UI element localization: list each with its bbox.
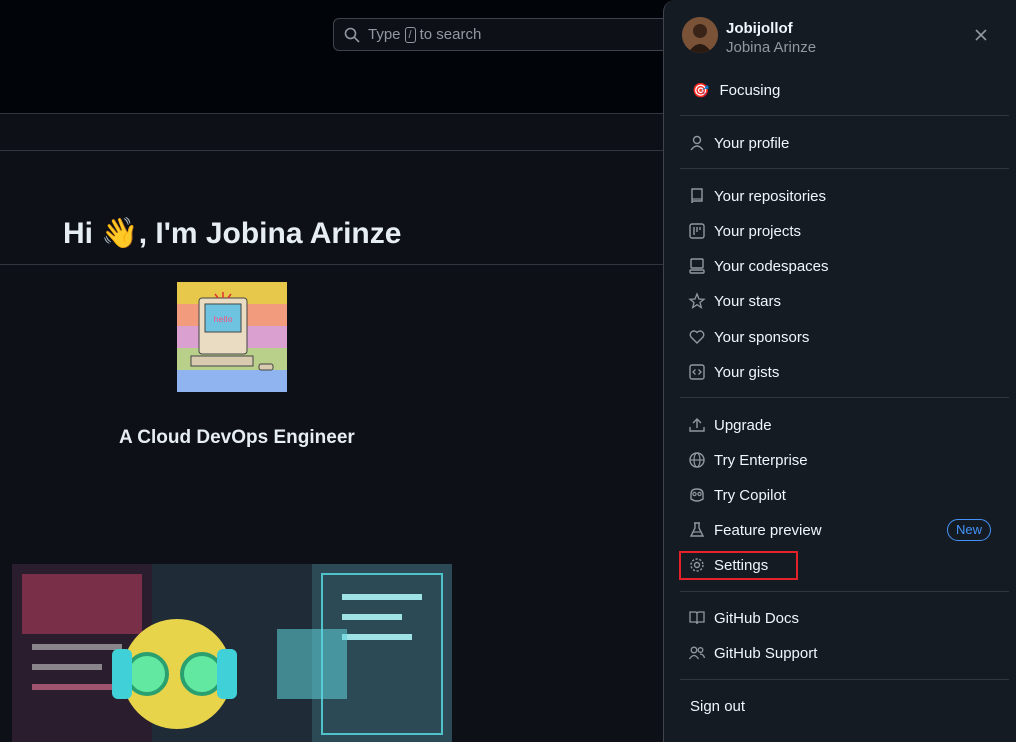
menu-item-label: Try Copilot (714, 486, 786, 504)
menu-item-label: Your sponsors (714, 328, 810, 346)
menu-item-label: Your gists (714, 363, 780, 381)
menu-item-feature-preview[interactable]: Feature preview (688, 518, 822, 542)
menu-item-enterprise[interactable]: Try Enterprise (688, 448, 808, 472)
menu-item-label: Your codespaces (714, 257, 829, 275)
close-icon[interactable] (970, 24, 992, 46)
copilot-icon (688, 486, 706, 504)
menu-item-settings[interactable]: Settings (688, 553, 768, 577)
search-input[interactable]: Type / to search (333, 18, 693, 51)
search-icon (344, 27, 360, 43)
globe-icon (688, 451, 706, 469)
menu-divider (680, 115, 1009, 116)
menu-item-label: GitHub Docs (714, 609, 800, 627)
hello-screen-text: hello (213, 315, 232, 324)
search-placeholder-prefix: Type (368, 26, 401, 43)
menu-item-label: Feature preview (714, 521, 822, 539)
sign-out-button[interactable]: Sign out (690, 694, 745, 718)
menu-divider (680, 168, 1009, 169)
menu-item-projects[interactable]: Your projects (688, 219, 801, 243)
search-shortcut-key: / (404, 26, 416, 43)
beaker-icon (688, 521, 706, 539)
menu-item-label: GitHub Support (714, 644, 818, 662)
code-square-icon (688, 363, 706, 381)
codespaces-icon (688, 257, 706, 275)
menu-item-label: Sign out (690, 697, 746, 715)
user-menu-panel: Jobijollof Jobina Arinze 🎯 Focusing Your… (663, 0, 1016, 742)
book-icon (688, 609, 706, 627)
menu-item-gists[interactable]: Your gists (688, 360, 779, 384)
menu-item-label: Your projects (714, 222, 801, 240)
menu-item-upgrade[interactable]: Upgrade (688, 413, 772, 437)
hello-computer-image: hello (177, 282, 287, 392)
heart-icon (688, 328, 706, 346)
menu-divider (680, 591, 1009, 592)
menu-divider (680, 679, 1009, 680)
menu-item-sponsors[interactable]: Your sponsors (688, 325, 809, 349)
search-placeholder-suffix: to search (419, 26, 482, 43)
coding-animation-image (12, 564, 452, 742)
profile-tagline: A Cloud DevOps Engineer (119, 427, 355, 448)
menu-item-support[interactable]: GitHub Support (688, 641, 817, 665)
user-full-name: Jobina Arinze (726, 39, 817, 56)
menu-item-docs[interactable]: GitHub Docs (688, 606, 799, 630)
menu-item-stars[interactable]: Your stars (688, 289, 781, 313)
gear-icon (688, 556, 706, 574)
menu-divider (680, 397, 1009, 398)
menu-item-label: Your repositories (714, 187, 827, 205)
project-icon (688, 222, 706, 240)
heading-divider (0, 264, 664, 265)
menu-item-codespaces[interactable]: Your codespaces (688, 254, 829, 278)
repo-icon (688, 187, 706, 205)
menu-item-copilot[interactable]: Try Copilot (688, 483, 786, 507)
status-focusing[interactable]: 🎯 Focusing (692, 78, 780, 102)
new-badge: New (947, 519, 992, 541)
menu-item-profile[interactable]: Your profile (688, 131, 789, 155)
menu-item-repositories[interactable]: Your repositories (688, 184, 826, 208)
menu-item-label: Settings (714, 556, 769, 574)
menu-item-label: Your stars (714, 292, 781, 310)
star-icon (688, 292, 706, 310)
readme-heading: Hi 👋, I'm Jobina Arinze (63, 217, 402, 250)
menu-item-label: Upgrade (714, 416, 772, 434)
menu-item-label: Your profile (714, 134, 790, 152)
target-emoji-icon: 🎯 (692, 81, 710, 98)
avatar[interactable] (682, 17, 718, 53)
menu-item-label: Try Enterprise (714, 451, 808, 469)
status-label: Focusing (719, 81, 781, 99)
upload-icon (688, 416, 706, 434)
username: Jobijollof (726, 20, 793, 37)
people-icon (688, 644, 706, 662)
person-icon (688, 134, 706, 152)
